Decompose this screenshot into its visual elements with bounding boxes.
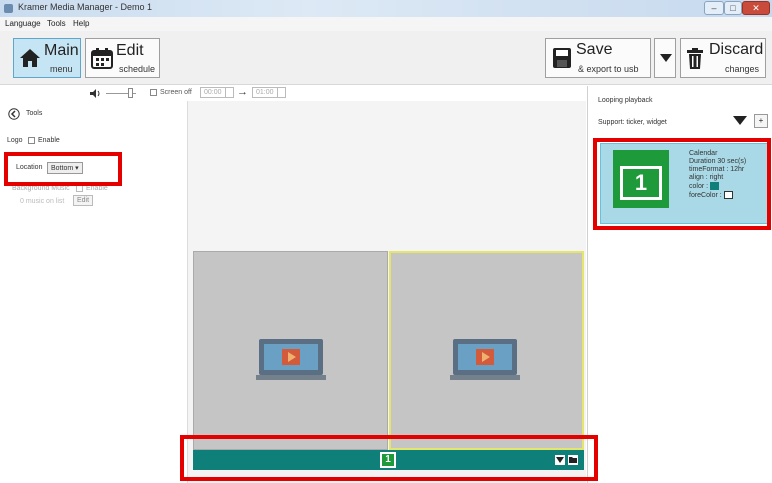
widget-info: Calendar Duration 30 sec(s) timeFormat :… bbox=[689, 150, 746, 200]
app-icon bbox=[4, 4, 13, 13]
monitor-video-icon bbox=[256, 339, 326, 380]
calendar-widget-card[interactable]: 1 Calendar Duration 30 sec(s) timeFormat… bbox=[600, 143, 769, 224]
floppy-disk-icon bbox=[553, 48, 571, 68]
widget-forecolor-label: foreColor : bbox=[689, 191, 722, 199]
looping-playback-label: Looping playback bbox=[598, 97, 653, 104]
caret-down-icon bbox=[660, 54, 672, 62]
maximize-button[interactable]: □ bbox=[724, 1, 742, 15]
widget-duration: Duration 30 sec(s) bbox=[689, 158, 747, 165]
screen-off-label: Screen off bbox=[160, 89, 192, 96]
monitor-video-icon bbox=[450, 339, 520, 380]
bg-music-checkbox[interactable] bbox=[76, 185, 83, 192]
video-zone-right[interactable] bbox=[389, 251, 584, 450]
calendar-icon: 1 bbox=[613, 150, 669, 208]
window-title: Kramer Media Manager - Demo 1 bbox=[18, 2, 153, 12]
edit-label: Edit bbox=[116, 42, 144, 59]
ticker-calendar-widget[interactable]: 1 bbox=[380, 452, 396, 468]
support-label: Support: ticker, widget bbox=[598, 119, 667, 126]
ticker-folder-button[interactable] bbox=[568, 455, 578, 465]
minimize-button[interactable]: – bbox=[704, 1, 724, 15]
location-select[interactable]: Bottom ▾ bbox=[47, 162, 83, 174]
logo-enable-checkbox[interactable] bbox=[28, 137, 35, 144]
caret-down-icon[interactable] bbox=[733, 116, 747, 125]
bg-music-label: Background Music bbox=[12, 185, 70, 192]
save-options-dropdown[interactable] bbox=[654, 38, 676, 78]
ticker-bar[interactable]: 1 bbox=[193, 450, 584, 470]
ticker-dropdown-button[interactable] bbox=[555, 455, 565, 465]
speaker-icon bbox=[90, 89, 100, 98]
main-menu-button[interactable]: Main menu bbox=[13, 38, 81, 78]
toolbar: Main menu Edit schedule Save & export to… bbox=[0, 31, 772, 85]
widget-forecolor-row: foreColor : bbox=[689, 190, 746, 200]
control-bar: Screen off 00:00 → 01:00 bbox=[0, 86, 586, 100]
home-icon bbox=[20, 49, 40, 67]
back-circle-icon[interactable] bbox=[8, 108, 20, 120]
widget-name: Calendar bbox=[689, 150, 718, 157]
bg-music-enable-label: Enable bbox=[86, 185, 108, 192]
discard-label: Discard bbox=[709, 41, 764, 58]
tools-panel: Tools Logo Enable Location Bottom ▾ Back… bbox=[0, 101, 188, 483]
music-edit-button[interactable]: Edit bbox=[73, 195, 94, 206]
location-label: Location bbox=[16, 164, 43, 171]
title-bar: Kramer Media Manager - Demo 1 – □ ✕ bbox=[0, 0, 772, 17]
color-swatch[interactable] bbox=[710, 182, 720, 190]
edit-schedule-button[interactable]: Edit schedule bbox=[85, 38, 160, 78]
edit-sublabel: schedule bbox=[119, 64, 156, 74]
widget-time-format: timeFormat : 12hr bbox=[689, 166, 745, 173]
add-widget-button[interactable]: + bbox=[754, 114, 768, 128]
ticker-calendar-number: 1 bbox=[382, 454, 394, 466]
time-from-dropdown[interactable] bbox=[225, 87, 234, 98]
trash-icon bbox=[687, 48, 703, 69]
logo-enable-label: Enable bbox=[38, 137, 60, 144]
caret-down-icon bbox=[556, 457, 564, 463]
video-zone-left[interactable] bbox=[193, 251, 388, 450]
close-button[interactable]: ✕ bbox=[742, 1, 770, 15]
discard-changes-button[interactable]: Discard changes bbox=[680, 38, 766, 78]
menu-help[interactable]: Help bbox=[73, 19, 89, 28]
save-sublabel: & export to usb bbox=[578, 64, 639, 74]
location-value: Bottom bbox=[51, 165, 74, 172]
save-export-button[interactable]: Save & export to usb bbox=[545, 38, 651, 78]
tools-header: Tools bbox=[26, 110, 43, 117]
logo-label: Logo bbox=[7, 137, 23, 144]
volume-slider-thumb[interactable] bbox=[128, 88, 133, 98]
arrow-icon: → bbox=[237, 86, 248, 98]
calendar-icon-page: 1 bbox=[620, 166, 662, 200]
main-label: Main bbox=[44, 42, 79, 59]
time-to-dropdown[interactable] bbox=[277, 87, 286, 98]
menu-bar: Language Tools Help bbox=[0, 17, 772, 31]
widget-color-label: color : bbox=[689, 182, 709, 190]
screen-off-checkbox[interactable] bbox=[150, 89, 157, 96]
widget-color-row: color : bbox=[689, 182, 746, 191]
widget-align: align : right bbox=[689, 174, 724, 181]
menu-tools[interactable]: Tools bbox=[47, 19, 66, 28]
time-from-field[interactable]: 00:00 bbox=[200, 87, 226, 98]
forecolor-swatch[interactable] bbox=[723, 190, 733, 199]
music-status: 0 music on list bbox=[20, 198, 65, 205]
main-sublabel: menu bbox=[50, 64, 73, 74]
discard-sublabel: changes bbox=[725, 64, 760, 74]
calendar-icon bbox=[91, 48, 113, 69]
calendar-number: 1 bbox=[623, 169, 659, 197]
time-to-field[interactable]: 01:00 bbox=[252, 87, 278, 98]
save-label: Save bbox=[576, 41, 613, 58]
folder-icon bbox=[569, 457, 577, 463]
menu-language[interactable]: Language bbox=[5, 19, 41, 28]
